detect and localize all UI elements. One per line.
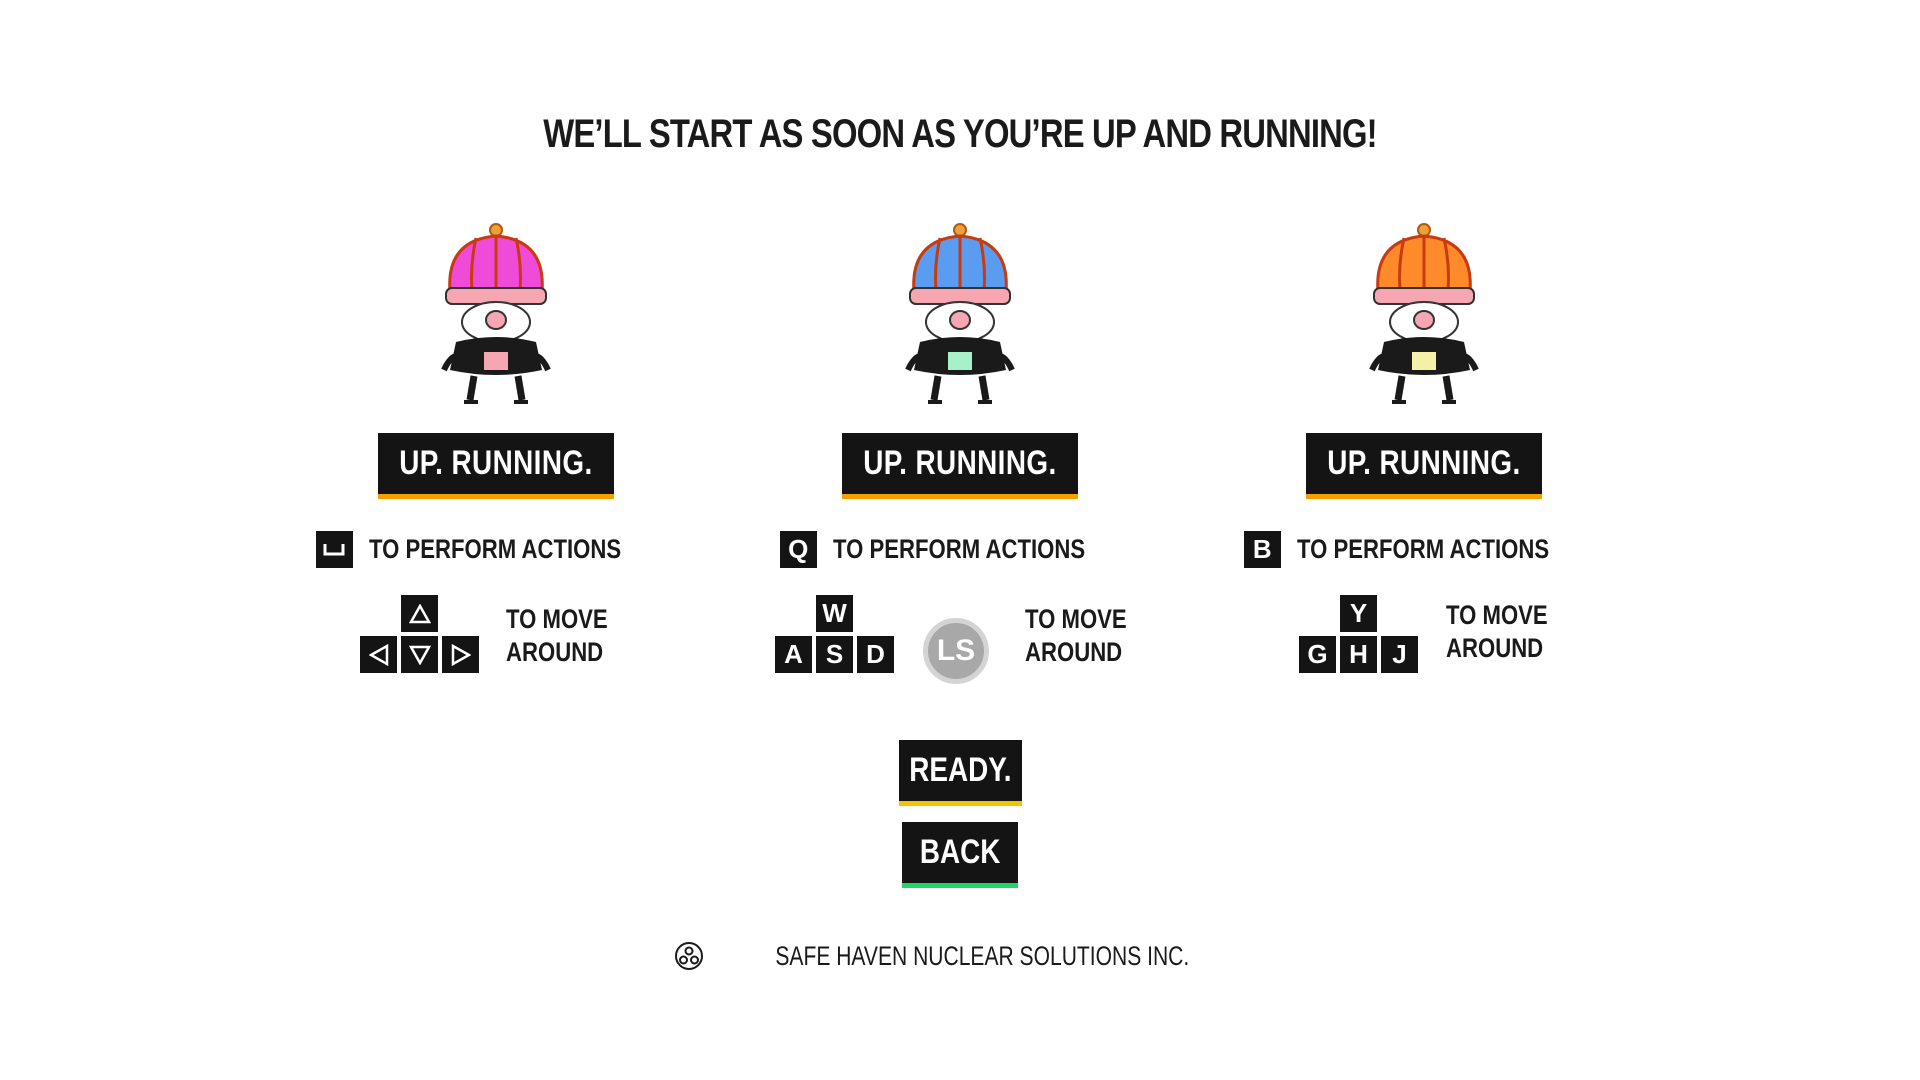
action-hint: Q TO PERFORM ACTIONS xyxy=(750,530,1170,568)
move-hint-text: TO MOVE AROUND xyxy=(506,604,608,667)
ready-button[interactable]: READY. xyxy=(898,740,1022,806)
s-key: S xyxy=(816,636,853,673)
arrow-right-key xyxy=(442,636,479,673)
arrow-left-key xyxy=(360,636,397,673)
action-hint: TO PERFORM ACTIONS xyxy=(286,530,706,568)
b-key: B xyxy=(1243,530,1281,568)
action-hint-text: TO PERFORM ACTIONS xyxy=(368,533,621,564)
left-stick-icon: LS xyxy=(923,618,989,684)
player-slot-2: UP. RUNNING. Q TO PERFORM ACTIONS W A S … xyxy=(750,220,1170,684)
page-title: WE’LL START AS SOON AS YOU’RE UP AND RUN… xyxy=(543,112,1377,156)
d-key: D xyxy=(857,636,894,673)
move-hint-text: TO MOVE AROUND xyxy=(1446,600,1548,663)
arrow-up-key xyxy=(401,595,438,632)
player-slot-3: UP. RUNNING. B TO PERFORM ACTIONS Y G H … xyxy=(1214,220,1634,680)
action-hint-text: TO PERFORM ACTIONS xyxy=(1296,533,1549,564)
action-hint-text: TO PERFORM ACTIONS xyxy=(832,533,1085,564)
back-button[interactable]: BACK xyxy=(902,822,1018,888)
player-status-tag: UP. RUNNING. xyxy=(842,433,1078,499)
q-key: Q xyxy=(779,530,817,568)
move-hint: W A S D LS TO MOVE AROUND xyxy=(750,595,1170,684)
player-slot-1: UP. RUNNING. TO PERFORM ACTIONS TO MOVE … xyxy=(286,220,706,680)
footer: SAFE HAVEN NUCLEAR SOLUTIONS INC. xyxy=(0,940,1920,972)
h-key: H xyxy=(1340,636,1377,673)
a-key: A xyxy=(775,636,812,673)
g-key: G xyxy=(1299,636,1336,673)
spacebar-icon xyxy=(315,530,353,568)
y-key: Y xyxy=(1340,595,1377,632)
gamepad-icon xyxy=(674,942,703,970)
move-hint-text: TO MOVE AROUND xyxy=(1025,604,1127,667)
action-hint: B TO PERFORM ACTIONS xyxy=(1214,530,1634,568)
w-key: W xyxy=(816,595,853,632)
company-name: SAFE HAVEN NUCLEAR SOLUTIONS INC. xyxy=(775,940,1189,971)
player-status-tag: UP. RUNNING. xyxy=(378,433,614,499)
move-hint: Y G H J TO MOVE AROUND xyxy=(1214,595,1634,680)
move-hint: TO MOVE AROUND xyxy=(286,595,706,680)
player-status-tag: UP. RUNNING. xyxy=(1306,433,1542,499)
character-avatar xyxy=(1369,223,1479,404)
character-avatar xyxy=(905,223,1015,404)
j-key: J xyxy=(1381,636,1418,673)
arrow-down-key xyxy=(401,636,438,673)
character-avatar xyxy=(441,223,551,404)
